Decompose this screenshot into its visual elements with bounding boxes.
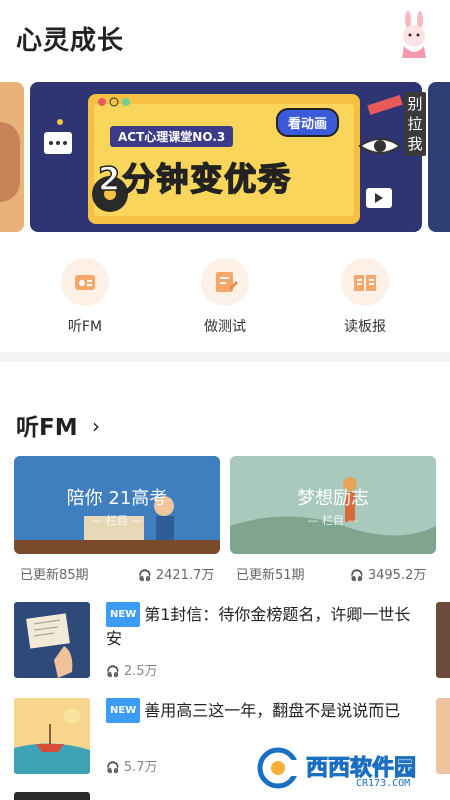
book-icon: [341, 258, 389, 306]
list-item-plays-value: 2.5万: [123, 664, 158, 679]
banner-watch-button[interactable]: 看动画: [276, 108, 340, 137]
section-divider: [0, 352, 450, 362]
headphone-icon: 🎧: [106, 665, 120, 678]
fm-section-title[interactable]: 听FM: [16, 408, 78, 442]
fm-card-plays-value: 2421.7万: [155, 568, 215, 583]
list-item-plays: 🎧 2.5万: [106, 660, 158, 679]
quick-action-fm[interactable]: 听FM: [30, 258, 140, 336]
new-badge: NEW: [106, 698, 141, 723]
watermark: 西西软件园 CR173.COM: [256, 746, 446, 794]
list-edge-thumb: [436, 602, 450, 678]
quick-action-label: 听FM: [67, 319, 103, 335]
fm-card-sub: — 栏目 —: [91, 514, 143, 527]
fm-card-title: 陪你 21高考: [66, 488, 168, 509]
quick-action-test[interactable]: 做测试: [170, 258, 280, 336]
test-icon: [201, 258, 249, 306]
list-item-thumb: [14, 602, 90, 678]
list-item-peek: [14, 792, 90, 800]
banner-prev-peek[interactable]: [0, 82, 24, 232]
radio-icon: [61, 258, 109, 306]
fm-card-title: 梦想励志: [297, 488, 369, 509]
quick-action-label: 做测试: [204, 319, 246, 335]
headphone-icon: 🎧: [138, 569, 152, 582]
fm-card-plays-value: 3495.2万: [367, 568, 427, 583]
headphone-icon: 🎧: [106, 761, 120, 774]
fm-card-plays: 🎧 3495.2万: [350, 564, 426, 583]
fm-card-updated: 已更新51期: [236, 568, 305, 583]
list-item[interactable]: NEW 第1封信：待你金榜题名，许卿一世长安 🎧 2.5万: [14, 602, 450, 684]
quick-action-label: 读板报: [344, 319, 386, 335]
header: 心灵成长: [0, 0, 450, 80]
list-item-title-text: 第1封信：待你金榜题名，许卿一世长安: [106, 605, 411, 648]
fm-card-gaokao[interactable]: 陪你 21高考 — 栏目 —: [14, 456, 220, 554]
banner-carousel[interactable]: ACT心理课堂NO.3 看动画 2分钟变优秀: [0, 82, 450, 234]
list-item-plays-value: 5.7万: [123, 760, 158, 775]
side-drag-tab[interactable]: 别拉我: [404, 92, 426, 156]
list-item-thumb: [14, 698, 90, 774]
fm-card-updated: 已更新85期: [20, 568, 89, 583]
page-title: 心灵成长: [16, 26, 125, 56]
list-item-title-text: 善用高三这一年，翻盘不是说说而已: [144, 701, 401, 720]
chevron-right-icon[interactable]: ›: [92, 414, 100, 438]
quick-action-board[interactable]: 读板报: [310, 258, 420, 336]
headphone-icon: 🎧: [350, 569, 364, 582]
watermark-logo-icon: [257, 747, 304, 789]
watermark-url: CR173.COM: [356, 778, 411, 789]
quick-actions: 听FM 做测试 读板报: [0, 258, 450, 338]
banner-next-peek[interactable]: [428, 82, 450, 232]
list-item-plays: 🎧 5.7万: [106, 756, 158, 775]
list-item-title: NEW 善用高三这一年，翻盘不是说说而已: [106, 698, 426, 723]
banner-main[interactable]: ACT心理课堂NO.3 看动画 2分钟变优秀: [30, 82, 422, 232]
list-item-title: NEW 第1封信：待你金榜题名，许卿一世长安: [106, 602, 426, 650]
mascot-icon[interactable]: [394, 10, 438, 64]
banner-course-label: ACT心理课堂NO.3: [110, 126, 234, 147]
banner-headline: 2分钟变优秀: [97, 159, 293, 199]
fm-card-dream[interactable]: 梦想励志 — 栏目 —: [230, 456, 436, 554]
fm-card-sub: — 栏目 —: [307, 514, 359, 527]
fm-card-plays: 🎧 2421.7万: [138, 564, 214, 583]
new-badge: NEW: [106, 602, 141, 627]
